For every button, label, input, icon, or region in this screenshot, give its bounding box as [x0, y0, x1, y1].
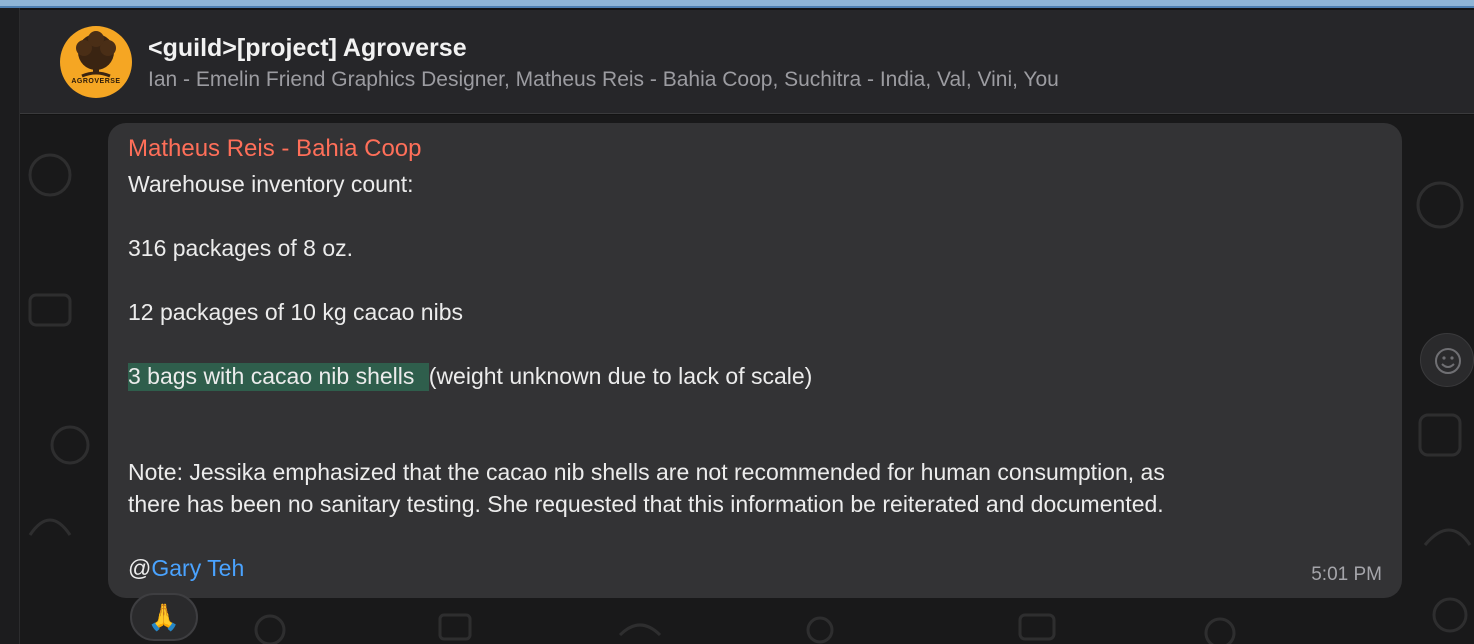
mention-link[interactable]: Gary Teh	[151, 555, 244, 581]
chat-area[interactable]: Matheus Reis - Bahia Coop Warehouse inve…	[20, 115, 1474, 644]
smiley-icon	[1435, 348, 1461, 374]
reaction-pill[interactable]: 🙏	[130, 593, 198, 641]
message-line-rest: (weight unknown due to lack of scale)	[428, 363, 813, 389]
folded-hands-emoji: 🙏	[147, 602, 181, 632]
message-note-line: Note: Jessika emphasized that the cacao …	[128, 459, 1165, 485]
search-highlight: 3 bags with cacao nib shells	[128, 363, 429, 391]
message-line: 316 packages of 8 oz.	[128, 235, 354, 261]
chat-title[interactable]: <guild>[project] Agroverse	[148, 34, 467, 63]
message-bubble[interactable]: Matheus Reis - Bahia Coop Warehouse inve…	[108, 123, 1402, 598]
tree-logo-icon	[76, 31, 116, 78]
left-rail	[0, 8, 20, 644]
mention-line: @Gary Teh	[128, 555, 244, 582]
mention-at-sign: @	[128, 555, 152, 581]
message-note-line: there has been no sanitary testing. She …	[128, 491, 1164, 517]
window-top-strip	[0, 0, 1474, 8]
chat-members: Ian - Emelin Friend Graphics Designer, M…	[148, 68, 1059, 91]
message-line: 12 packages of 10 kg cacao nibs	[128, 299, 464, 325]
chat-header[interactable]: AGROVERSE <guild>[project] Agroverse Ian…	[20, 10, 1474, 114]
message-line: Warehouse inventory count:	[128, 171, 414, 197]
group-avatar[interactable]: AGROVERSE	[60, 26, 132, 98]
avatar-label: AGROVERSE	[71, 78, 121, 85]
message-timestamp: 5:01 PM	[1311, 564, 1382, 585]
message-line: 3 bags with cacao nib shells (weight unk…	[128, 363, 813, 391]
message-sender[interactable]: Matheus Reis - Bahia Coop	[128, 135, 421, 163]
emoji-reaction-button[interactable]	[1420, 333, 1474, 387]
